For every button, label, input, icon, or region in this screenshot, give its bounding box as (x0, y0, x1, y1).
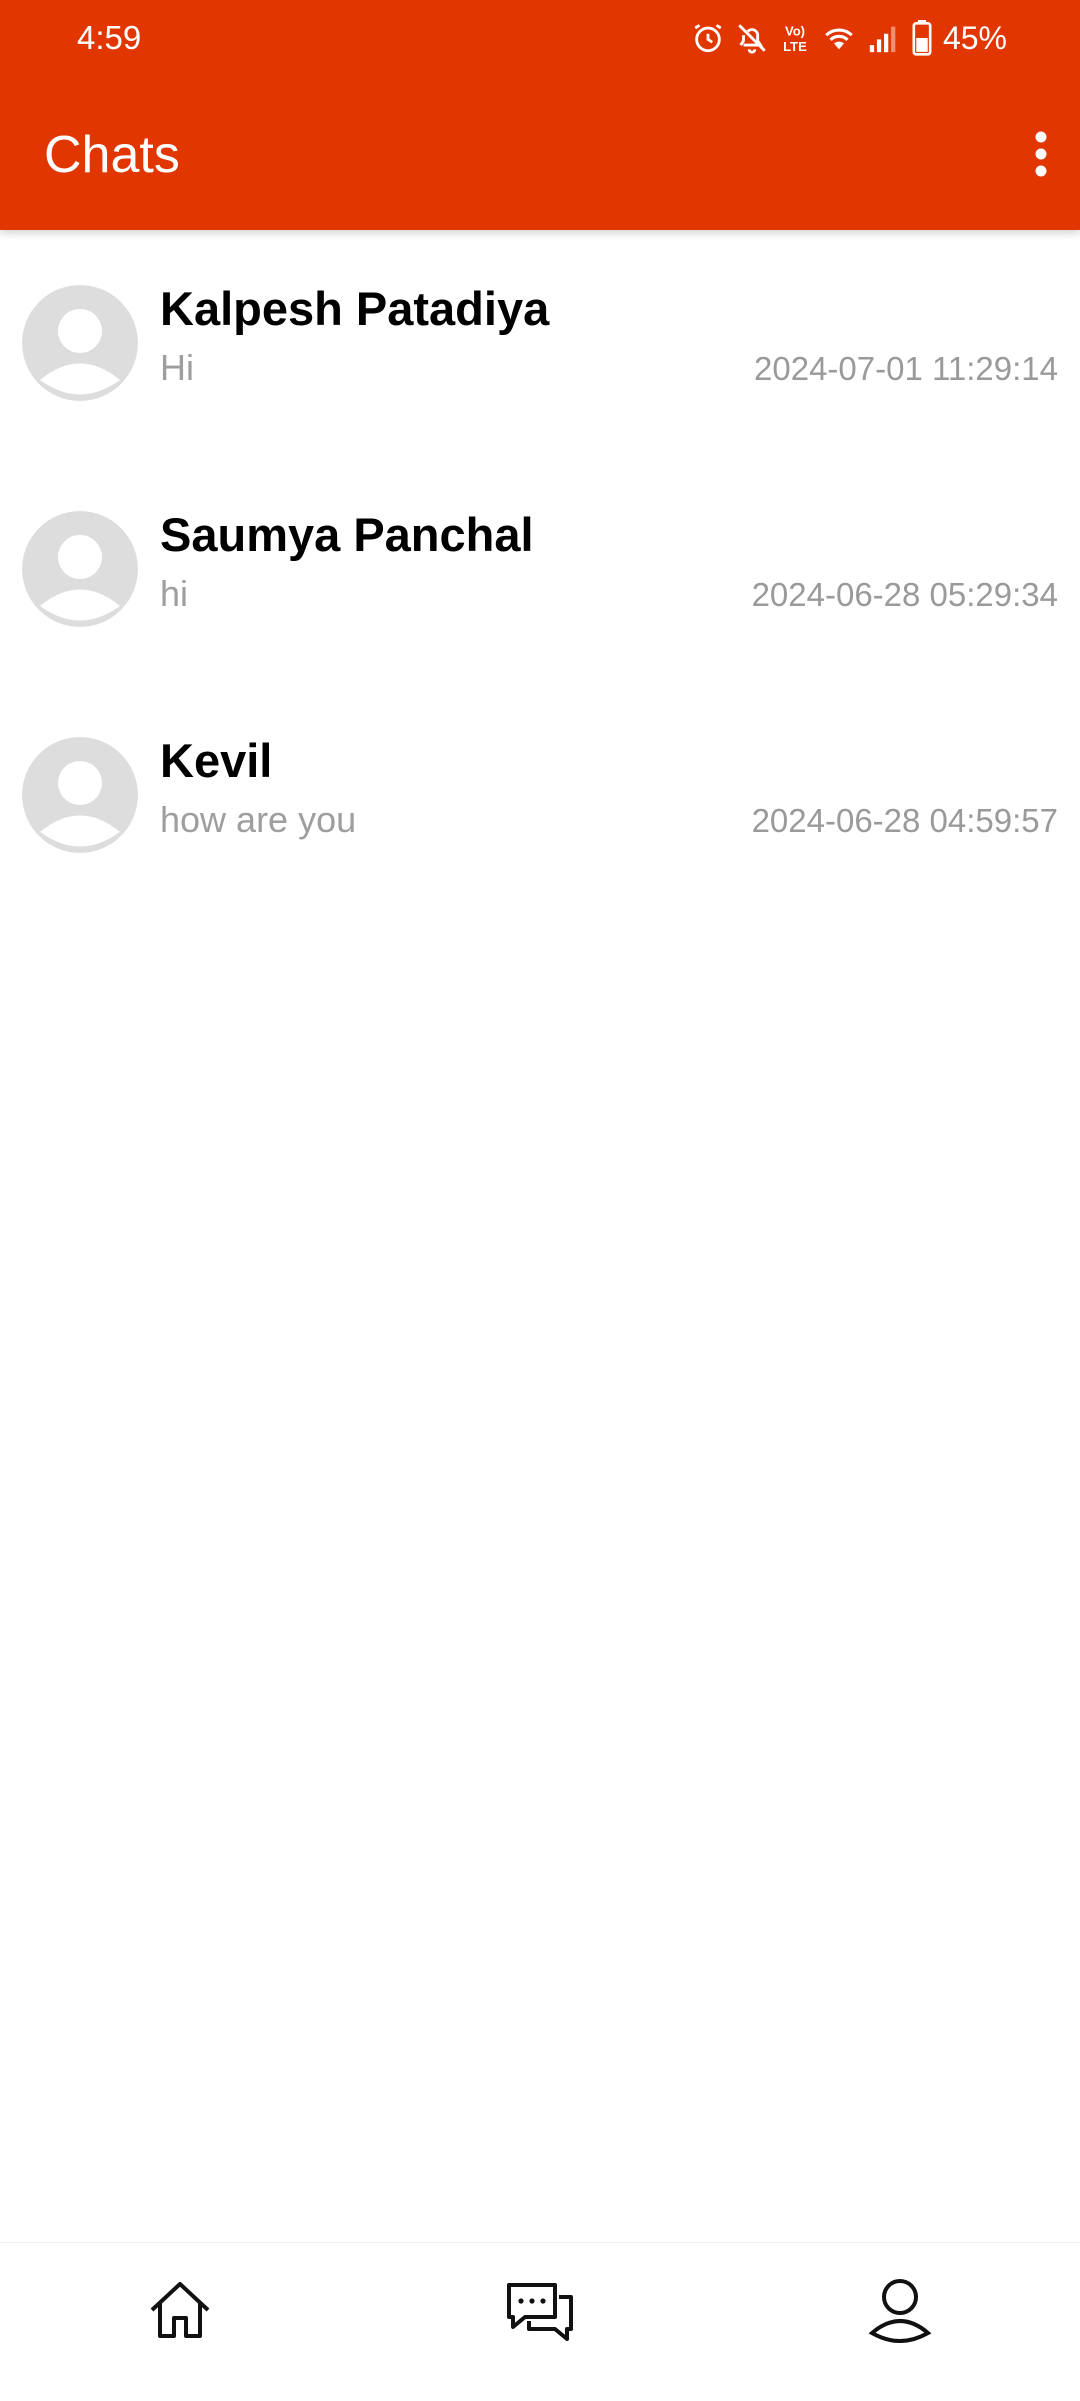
contact-name: Saumya Panchal (160, 508, 534, 561)
svg-text:Vo): Vo) (785, 23, 805, 38)
battery-icon (912, 20, 932, 56)
person-placeholder-icon (22, 737, 138, 853)
svg-text:LTE: LTE (783, 39, 807, 54)
nav-profile-button[interactable] (855, 2265, 945, 2355)
last-message: hi (160, 573, 189, 614)
avatar (22, 511, 138, 627)
volte-icon: Vo) LTE (783, 23, 807, 54)
message-timestamp: 2024-06-28 05:29:34 (751, 576, 1058, 613)
person-placeholder-icon (22, 511, 138, 627)
person-placeholder-icon (22, 285, 138, 401)
avatar (22, 285, 138, 401)
message-timestamp: 2024-06-28 04:59:57 (751, 802, 1058, 839)
battery-percent: 45% (942, 20, 1007, 56)
chat-row[interactable]: Saumya Panchal hi 2024-06-28 05:29:34 (0, 466, 1080, 692)
profile-icon (868, 2279, 932, 2343)
chat-row[interactable]: Kevil how are you 2024-06-28 04:59:57 (0, 692, 1080, 918)
contact-name: Kevil (160, 734, 273, 787)
last-message: how are you (160, 799, 357, 840)
more-vert-icon (1035, 131, 1047, 177)
alarm-icon (694, 24, 722, 53)
home-icon (150, 2282, 210, 2338)
chat-row[interactable]: Kalpesh Patadiya Hi 2024-07-01 11:29:14 (0, 240, 1080, 466)
last-message: Hi (160, 347, 194, 388)
nav-chats-button[interactable] (495, 2265, 585, 2355)
signal-icon (869, 26, 896, 53)
message-timestamp: 2024-07-01 11:29:14 (754, 350, 1058, 387)
chat-icon (507, 2283, 573, 2341)
page-title: Chats (44, 126, 180, 184)
status-icons: Vo) LTE 45% (681, 18, 1007, 58)
bottom-navigation (0, 2242, 1080, 2401)
chat-list: Kalpesh Patadiya Hi 2024-07-01 11:29:14 … (0, 240, 1080, 918)
app-bar: 4:59 Vo) LTE 45% Chats (0, 0, 1080, 230)
overflow-menu-button[interactable] (1008, 118, 1074, 190)
notifications-off-icon (738, 24, 766, 54)
nav-home-button[interactable] (135, 2265, 225, 2355)
status-time: 4:59 (77, 19, 142, 56)
wifi-icon (825, 28, 853, 50)
avatar (22, 737, 138, 853)
contact-name: Kalpesh Patadiya (160, 282, 550, 335)
